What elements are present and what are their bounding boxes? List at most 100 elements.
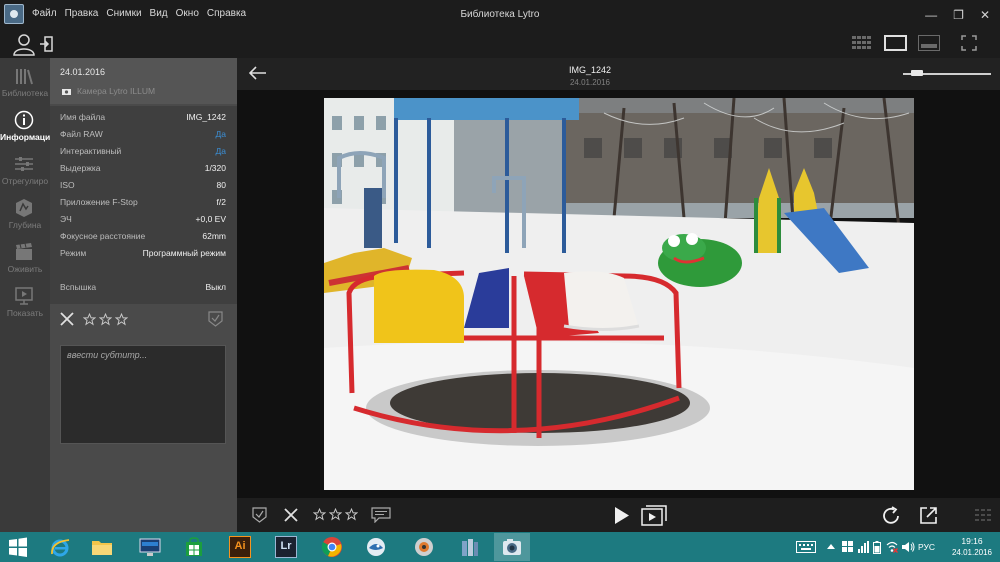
caption-input[interactable] <box>60 345 226 444</box>
prop-focal-length: Фокусное расстояние 62mm <box>60 231 226 247</box>
depth-icon <box>16 199 32 217</box>
prop-label: Вспышка <box>60 282 97 292</box>
star-2-icon[interactable] <box>329 508 342 521</box>
window-controls: — ❐ ✕ <box>925 8 990 22</box>
image-viewer: IMG_1242 24.01.2016 <box>237 58 1000 532</box>
taskbar-mail-app[interactable] <box>358 533 394 561</box>
archive-books-icon <box>462 539 478 556</box>
user-account-icon[interactable] <box>12 32 36 56</box>
taskbar-internet-explorer[interactable] <box>42 533 78 561</box>
minimize-button[interactable]: — <box>925 8 937 22</box>
menu-file[interactable]: Файл <box>32 8 57 19</box>
language-indicator[interactable]: РУС <box>918 542 935 552</box>
rotate-icon[interactable] <box>881 506 901 526</box>
nav-animate-label: Оживить <box>7 264 43 274</box>
nav-info-label: Информаци <box>0 132 50 142</box>
animate-icon <box>16 243 32 260</box>
nav-library-label: Библиотека <box>1 88 49 98</box>
folder-icon <box>92 541 112 555</box>
prop-file-name: Имя файла IMG_1242 <box>60 112 226 128</box>
fullscreen-icon[interactable] <box>961 35 977 51</box>
nav-library[interactable]: Библиотека <box>0 62 50 106</box>
close-button[interactable]: ✕ <box>980 8 990 22</box>
menu-help[interactable]: Справка <box>207 8 246 19</box>
show-hidden-icons-icon[interactable] <box>827 543 835 549</box>
keyboard-icon[interactable] <box>796 541 816 553</box>
battery-icon[interactable] <box>873 541 881 554</box>
nav-adjust[interactable]: Отрегулиро <box>0 150 50 194</box>
taskbar-chrome[interactable] <box>314 533 350 561</box>
single-view-icon[interactable] <box>884 35 907 51</box>
reject-icon[interactable] <box>60 312 74 326</box>
start-button[interactable] <box>0 533 36 561</box>
camera-icon <box>62 89 71 95</box>
interactive-link[interactable]: Да <box>216 146 226 156</box>
title-bar: Файл Правка Снимки Вид Окно Справка Библ… <box>0 0 1000 30</box>
taskbar-lightroom[interactable]: Lr <box>268 533 304 561</box>
compare-view-icon[interactable] <box>918 35 940 51</box>
app-logo-icon[interactable] <box>4 4 24 24</box>
lytro-library-window: Файл Правка Снимки Вид Окно Справка Библ… <box>0 0 1000 562</box>
prop-fstop: Приложение F-Stop f/2 <box>60 197 226 213</box>
taskbar-lenovo-app[interactable] <box>132 533 168 561</box>
grid-view-icon[interactable] <box>852 36 872 50</box>
signal-bars-icon[interactable] <box>858 541 869 553</box>
raw-file-link[interactable]: Да <box>216 129 226 139</box>
adjust-sliders-icon <box>15 157 33 171</box>
network-icon[interactable] <box>886 541 898 553</box>
play-icon[interactable] <box>614 506 630 525</box>
present-icon <box>15 287 33 305</box>
prop-value: Выкл <box>205 282 226 292</box>
reject-icon[interactable] <box>284 508 298 522</box>
taskbar-archive-app[interactable] <box>452 533 488 561</box>
viewer-header: IMG_1242 24.01.2016 <box>237 58 1000 90</box>
prop-label: Выдержка <box>60 163 101 173</box>
prop-label: Имя файла <box>60 112 106 122</box>
monitor-icon <box>139 538 161 556</box>
sign-out-icon[interactable] <box>40 36 54 52</box>
prop-value: Программный режим <box>142 248 226 258</box>
zoom-slider-handle[interactable] <box>910 70 923 76</box>
prop-raw-file: Файл RAW Да <box>60 129 226 145</box>
slideshow-icon[interactable] <box>641 505 667 526</box>
star-3-icon[interactable] <box>345 508 358 521</box>
star-3-icon[interactable] <box>115 313 128 326</box>
nav-animate[interactable]: Оживить <box>0 238 50 282</box>
nav-present[interactable]: Показать <box>0 282 50 326</box>
menu-edit[interactable]: Правка <box>65 8 99 19</box>
info-header: 24.01.2016 Камера Lytro ILLUM <box>50 58 237 104</box>
nav-info[interactable]: Информаци <box>0 106 50 150</box>
prop-label: Режим <box>60 248 87 258</box>
menu-view[interactable]: Вид <box>150 8 168 19</box>
star-1-icon[interactable] <box>313 508 326 521</box>
taskbar-camera-app[interactable] <box>406 533 442 561</box>
living-picture[interactable] <box>324 98 914 490</box>
menu-window[interactable]: Окно <box>176 8 199 19</box>
taskbar-lytro-library[interactable] <box>494 533 530 561</box>
star-1-icon[interactable] <box>83 313 96 326</box>
export-icon[interactable] <box>919 506 938 525</box>
taskbar-adobe-illustrator[interactable]: Ai <box>222 533 258 561</box>
pick-flag-icon[interactable] <box>208 311 223 327</box>
menu-pictures[interactable]: Снимки <box>106 8 141 19</box>
info-panel: 24.01.2016 Камера Lytro ILLUM Имя файла … <box>50 58 237 532</box>
taskbar-file-explorer[interactable] <box>84 533 120 561</box>
prop-value: IMG_1242 <box>186 112 226 122</box>
more-options-icon[interactable] <box>975 509 991 521</box>
restore-button[interactable]: ❐ <box>953 8 964 22</box>
pick-flag-icon[interactable] <box>252 507 267 523</box>
left-navigation: Библиотека Информаци Отрегулиро Глубина <box>0 58 50 532</box>
volume-icon[interactable] <box>902 541 915 553</box>
prop-value: +0,0 EV <box>195 214 226 224</box>
windows-taskbar: Ai Lr РУС 19:16 24.01.2016 <box>0 532 1000 562</box>
caption-comment-icon[interactable] <box>371 507 391 523</box>
star-2-icon[interactable] <box>99 313 112 326</box>
prop-mode: Режим Программный режим <box>60 248 226 264</box>
prop-label: Файл RAW <box>60 129 103 139</box>
nav-depth[interactable]: Глубина <box>0 194 50 238</box>
store-bag-icon <box>186 537 202 556</box>
clock-date[interactable]: 24.01.2016 <box>946 548 998 557</box>
taskbar-windows-store[interactable] <box>176 533 212 561</box>
windows-flag-icon[interactable] <box>842 541 854 553</box>
clock-time[interactable]: 19:16 <box>952 536 992 546</box>
